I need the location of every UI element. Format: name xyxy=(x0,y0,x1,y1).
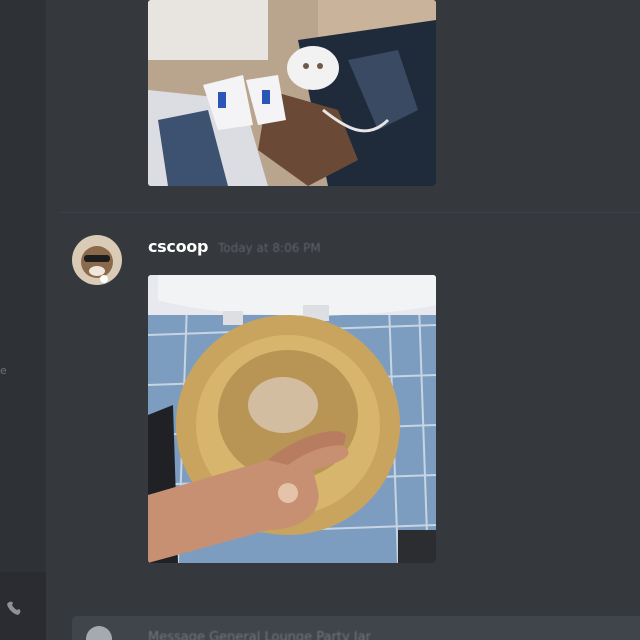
phone-icon[interactable] xyxy=(4,598,24,618)
message-input[interactable] xyxy=(148,630,548,640)
message-divider xyxy=(60,212,640,213)
message-author[interactable]: cscoop xyxy=(148,237,208,256)
image-attachment[interactable] xyxy=(148,275,436,563)
previous-image-attachment[interactable] xyxy=(148,0,436,186)
message-timestamp: Today at 8:06 PM xyxy=(218,241,321,255)
user-avatar[interactable] xyxy=(72,235,122,285)
chat-app-window: e cscoop Today at 8:06 PM Message Genera… xyxy=(0,0,640,640)
sidebar-channel-label[interactable]: e xyxy=(0,364,22,374)
channel-sidebar: e xyxy=(0,0,46,640)
